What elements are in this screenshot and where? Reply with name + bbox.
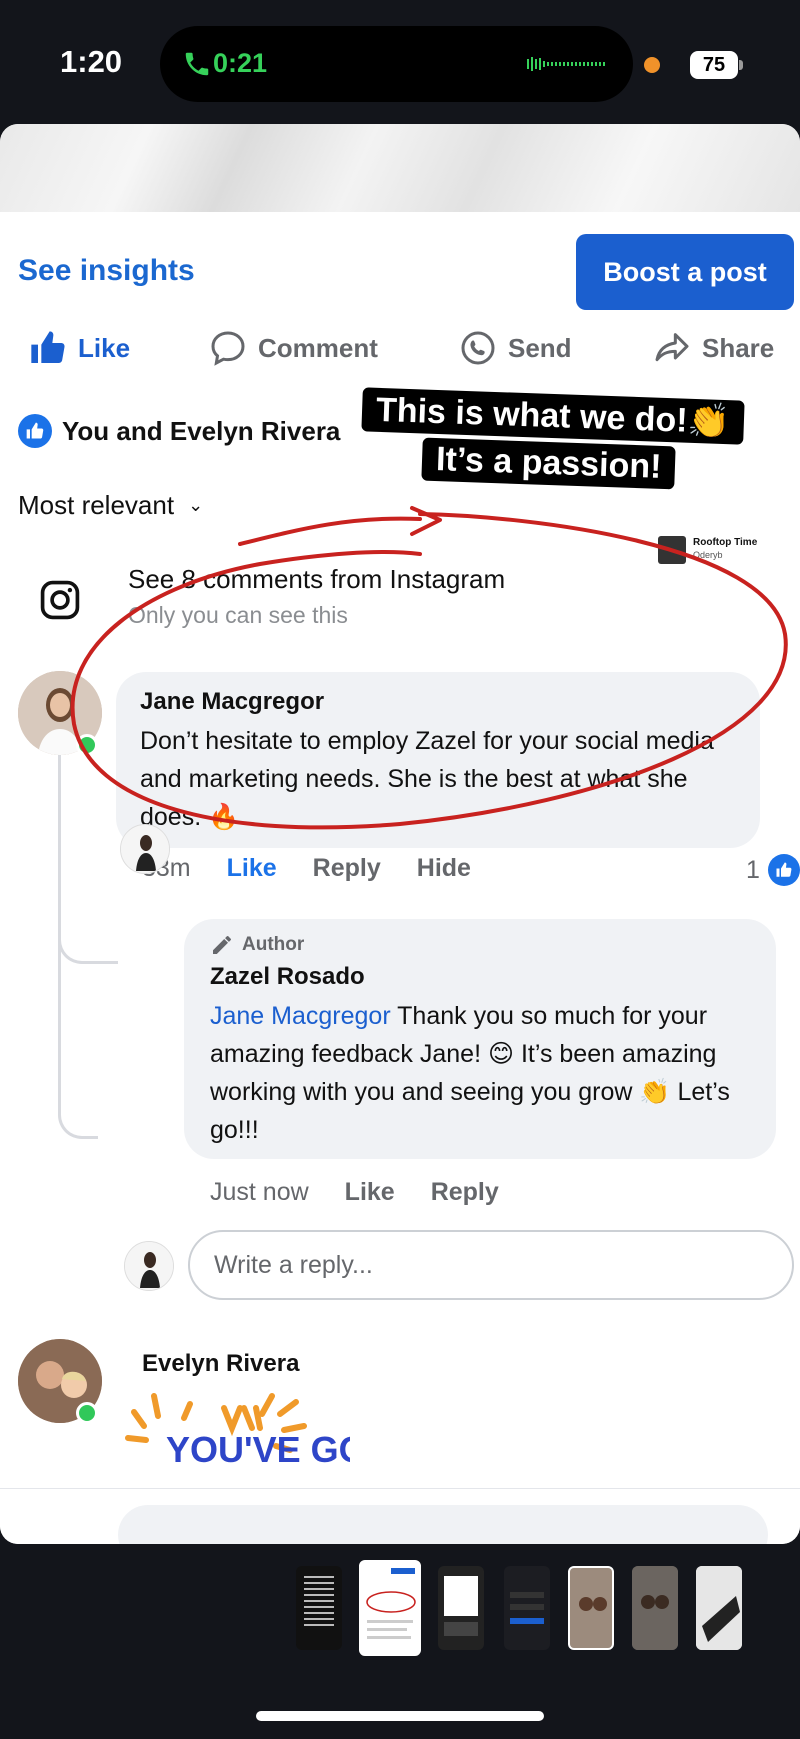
comment-like-button[interactable]: Like [227,854,277,883]
thumbs-up-icon [31,331,65,363]
comment-bubble-zazel[interactable]: Author Zazel Rosado Jane Macgregor Thank… [184,919,776,1159]
thumbnail-active[interactable] [359,1560,421,1656]
commenter-name[interactable]: Zazel Rosado [210,963,750,991]
thumbnail[interactable] [632,1566,678,1650]
post-screenshot-card: See insights Boost a post Like Comment S… [0,124,800,1544]
comment-action-label: Comment [258,332,378,363]
boost-post-button[interactable]: Boost a post [576,234,794,310]
status-bar: 1:20 0:21 75 [0,0,800,124]
post-actions-row: Like Comment Send Share [0,314,800,384]
comment-composer-input[interactable] [118,1505,768,1544]
post-image-bottom [0,124,800,212]
like-reaction-icon [18,414,52,448]
share-action-button[interactable]: Share [652,328,774,368]
chevron-down-icon: ⌄ [188,495,204,515]
online-status-dot [76,1402,98,1424]
like-reaction-icon [767,854,800,886]
comment-sort-dropdown[interactable]: Most relevant ⌄ [18,490,203,521]
thumbnail[interactable] [568,1566,614,1650]
comment-reply-button[interactable]: Reply [313,854,381,883]
commenter-name[interactable]: Evelyn Rivera [142,1350,299,1378]
dynamic-island[interactable]: 0:21 [160,26,633,102]
like-count-value: 1 [746,855,760,884]
author-badge: Author [210,933,750,957]
mention-link[interactable]: Jane Macgregor [210,1002,391,1030]
comment-action-button[interactable]: Comment [208,328,378,368]
music-sticker[interactable]: Rooftop Time Oderyb [658,536,778,566]
story-thumbnail-strip [0,1560,800,1670]
thumbnail[interactable] [504,1566,550,1650]
comment-text: Jane Macgregor Thank you so much for you… [210,997,750,1149]
avatar [124,1241,174,1291]
music-artist: Oderyb [693,550,723,560]
battery-tip [739,60,743,70]
see-insights-link[interactable]: See insights [18,254,195,288]
youve-got-sticker: YOU'VE GOT [125,1393,350,1470]
author-tag-label: Author [242,934,305,955]
music-cover-icon [658,536,686,564]
share-arrow-icon [655,333,689,362]
send-action-label: Send [508,332,572,363]
comment-meta-zazel: Just now Like Reply [210,1178,535,1207]
online-status-dot [76,734,98,756]
my-avatar-image [125,1242,173,1290]
share-action-label: Share [702,332,775,363]
home-indicator[interactable] [256,1711,544,1721]
comment-text: Don’t hesitate to employ Zazel for your … [140,727,714,831]
reactions-text: You and Evelyn Rivera [62,415,341,446]
pencil-icon [213,936,231,954]
thread-connector [58,754,98,1139]
instagram-icon [40,580,80,620]
status-time: 1:20 [60,44,123,79]
reply-input[interactable]: Write a reply... [188,1230,794,1300]
comment-reply-button[interactable]: Reply [431,1178,499,1207]
instagram-comments-title: See 8 comments from Instagram [128,564,506,594]
thumbnail[interactable] [296,1566,342,1650]
music-title: Rooftop Time [693,537,758,548]
send-action-button[interactable]: Send [458,328,572,368]
zazel-avatar-image [121,825,169,873]
comment-time: Just now [210,1178,309,1206]
sticker-text: YOU'VE GOT [166,1429,350,1470]
caption-line-1: This is what we do!👏 [361,387,745,445]
battery-icon: 75 [690,51,738,79]
comment-like-count[interactable]: 1 [746,854,800,886]
thumbnail[interactable] [696,1566,742,1650]
thumbnail[interactable] [438,1566,484,1650]
caption-overlay: This is what we do!👏 It’s a passion! [361,387,762,490]
comment-bubble-jane[interactable]: Jane Macgregor Don’t hesitate to employ … [116,672,760,848]
instagram-comments-link[interactable]: See 8 comments from Instagram Only you c… [38,564,758,644]
whatsapp-icon [461,331,495,365]
commenter-name[interactable]: Jane Macgregor [140,688,736,716]
waveform-icon [527,57,605,71]
instagram-comments-subtitle: Only you can see this [128,602,348,628]
call-timer: 0:21 [213,48,268,78]
caption-line-2: It’s a passion! [421,437,677,490]
comment-hide-button[interactable]: Hide [417,854,471,883]
mic-indicator-dot [644,57,660,73]
reactions-summary[interactable]: You and Evelyn Rivera [18,414,340,448]
avatar[interactable] [120,824,170,874]
comment-composer-bar [0,1488,800,1544]
sort-label: Most relevant [18,490,175,520]
comment-bubble-icon [211,331,245,366]
like-action-label: Like [78,332,131,363]
comment-meta-jane: 33m Like Reply Hide [142,854,507,883]
phone-icon [185,52,209,76]
like-action-button[interactable]: Like [28,328,130,368]
comment-like-button[interactable]: Like [345,1178,395,1207]
